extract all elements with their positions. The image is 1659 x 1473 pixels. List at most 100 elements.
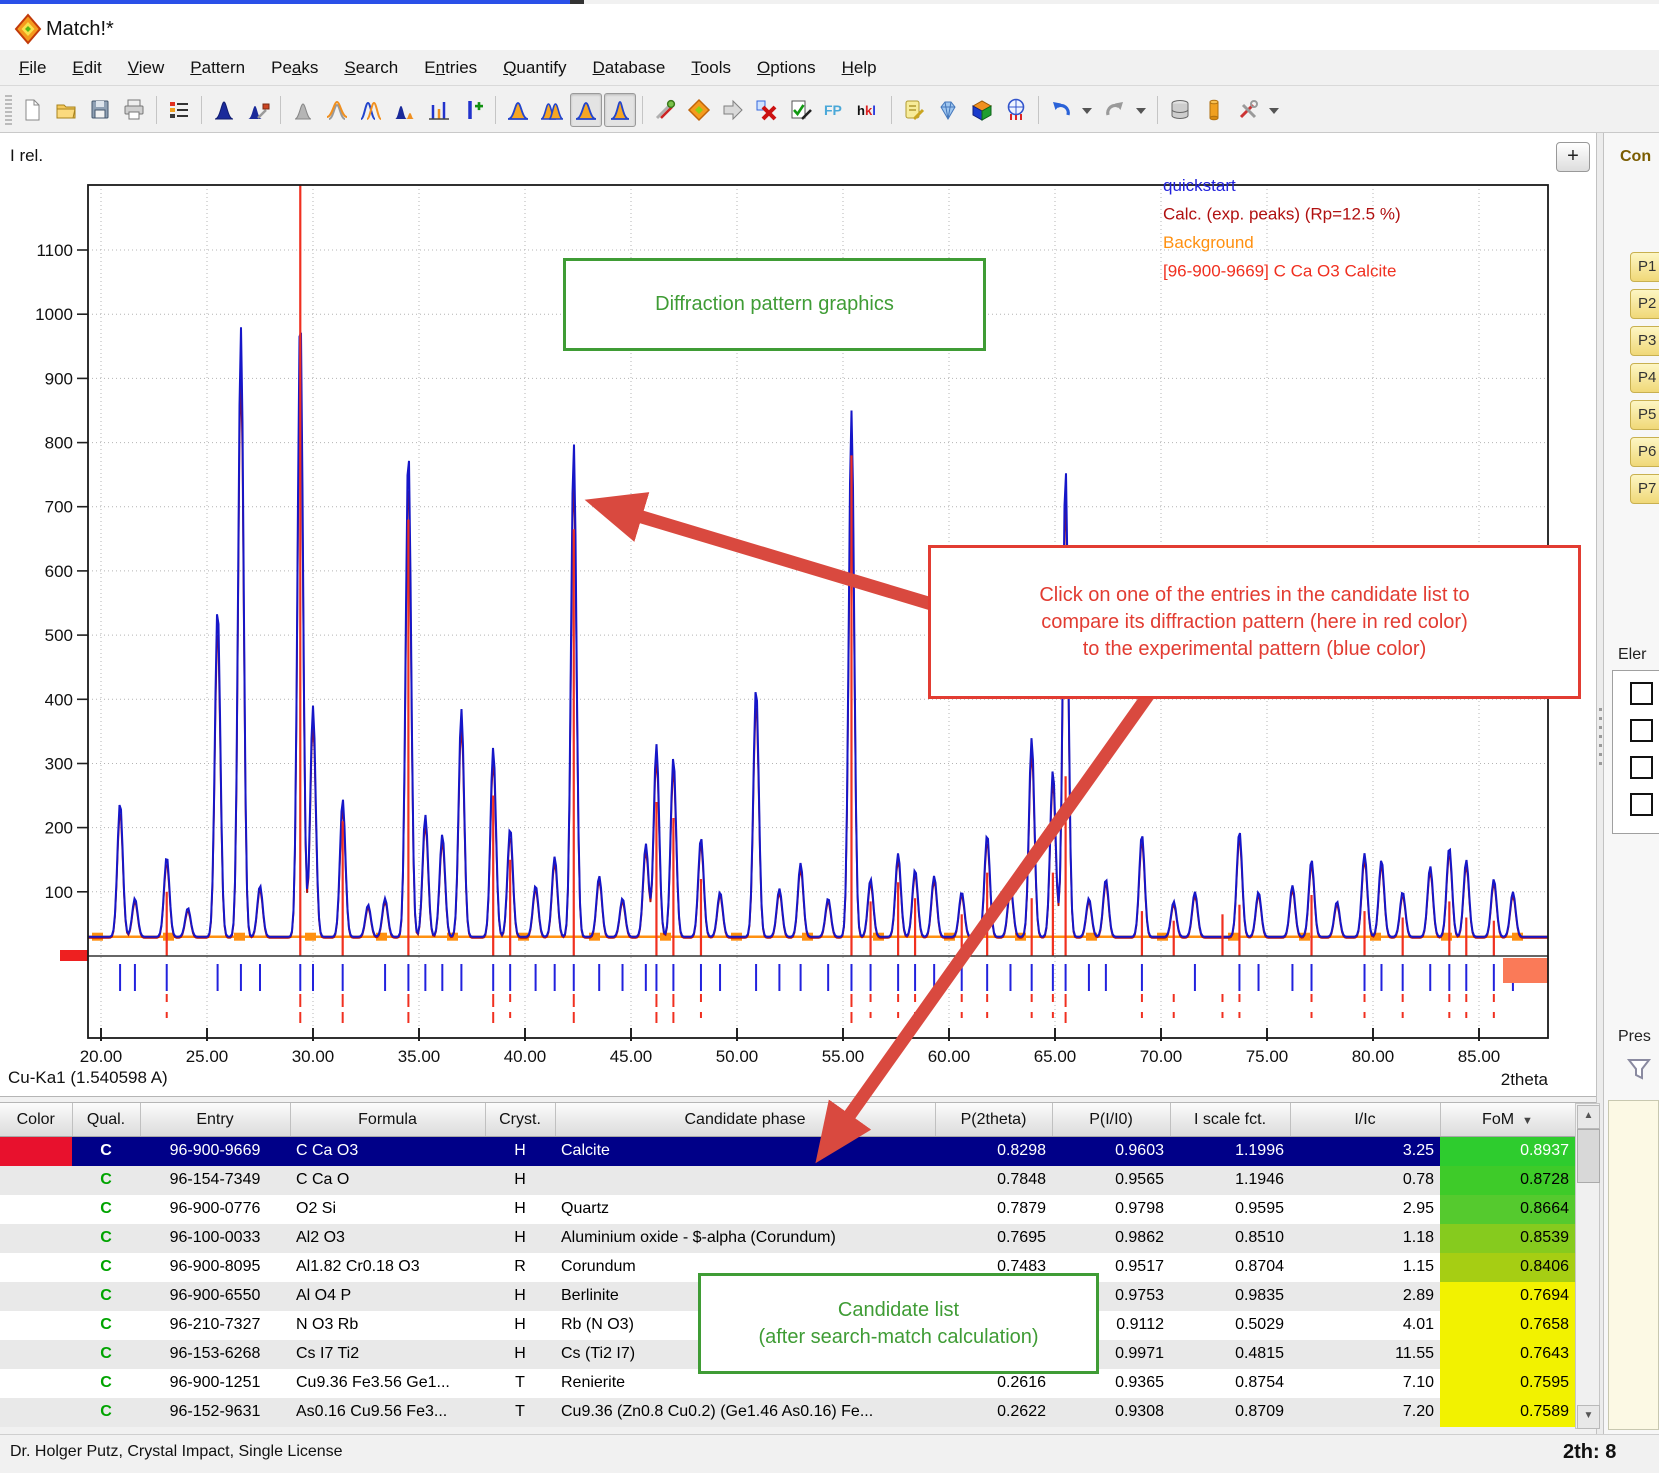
fom-cell[interactable]: 0.8937 [1440,1137,1575,1166]
sort-descending-icon[interactable]: ▼ [1522,1115,1533,1127]
fom-cell[interactable]: 0.7595 [1440,1369,1575,1398]
open-file-button[interactable] [50,93,82,127]
pii0-cell[interactable]: 0.9862 [1052,1224,1170,1253]
fom-cell[interactable]: 0.8406 [1440,1253,1575,1282]
phase-cell[interactable]: Cu9.36 (Zn0.8 Cu0.2) (Ge1.46 As0.16) Fe.… [555,1398,935,1427]
cryst-cell[interactable]: H [485,1137,555,1166]
candidate-row-96-152-9631[interactable]: C96-152-9631As0.16 Cu9.56 Fe3...TCu9.36 … [0,1398,1575,1427]
hkl-label-button[interactable]: hkl [853,93,885,127]
candidate-row-96-900-0776[interactable]: C96-900-0776O2 SiHQuartz0.78790.97980.95… [0,1195,1575,1224]
menu-caret-button[interactable] [1133,93,1151,127]
fom-cell[interactable]: 0.7658 [1440,1311,1575,1340]
color-swatch[interactable] [0,1195,72,1224]
p2theta-cell[interactable]: 0.8298 [935,1137,1052,1166]
element-checkbox[interactable] [1630,756,1653,779]
tools-options-button[interactable] [1232,93,1264,127]
formula-cell[interactable]: O2 Si [290,1195,485,1224]
fom-cell[interactable]: 0.8539 [1440,1224,1575,1253]
entry-cell[interactable]: 96-154-7349 [140,1166,290,1195]
element-checkbox[interactable] [1630,793,1653,816]
pii0-cell[interactable]: 0.9603 [1052,1137,1170,1166]
phase-cell[interactable]: Quartz [555,1195,935,1224]
iic-cell[interactable]: 7.20 [1290,1398,1440,1427]
phase-cell[interactable]: Aluminium oxide - $-alpha (Corundum) [555,1224,935,1253]
p2theta-cell[interactable]: 0.2622 [935,1398,1052,1427]
iscale-cell[interactable]: 0.8754 [1170,1369,1290,1398]
phase-button-p2[interactable]: P2 [1630,289,1659,319]
formula-cell[interactable]: C Ca O3 [290,1137,485,1166]
qual-cell[interactable]: C [72,1340,140,1369]
color-swatch[interactable] [0,1340,72,1369]
iic-cell[interactable]: 2.89 [1290,1282,1440,1311]
panel-separator[interactable]: ...... [0,1096,1596,1103]
fom-cell[interactable]: 0.7589 [1440,1398,1575,1427]
peak-edit-tools-button[interactable] [242,93,274,127]
iic-cell[interactable]: 11.55 [1290,1340,1440,1369]
print-button[interactable] [118,93,150,127]
entry-cell[interactable]: 96-100-0033 [140,1224,290,1253]
column-header-entry[interactable]: Entry [140,1103,290,1137]
iic-cell[interactable]: 2.95 [1290,1195,1440,1224]
column-cylinder-button[interactable] [1198,93,1230,127]
menu-item-search[interactable]: Search [331,54,411,82]
entry-cell[interactable]: 96-210-7327 [140,1311,290,1340]
qual-cell[interactable]: C [72,1253,140,1282]
menu-item-help[interactable]: Help [829,54,890,82]
cryst-cell[interactable]: H [485,1224,555,1253]
entry-cell[interactable]: 96-900-1251 [140,1369,290,1398]
edit-check-button[interactable] [785,93,817,127]
qual-cell[interactable]: C [72,1137,140,1166]
entry-cell[interactable]: 96-900-8095 [140,1253,290,1282]
candidate-row-96-154-7349[interactable]: C96-154-7349C Ca OH0.78480.95651.19460.7… [0,1166,1575,1195]
column-header-formula[interactable]: Formula [290,1103,485,1137]
column-header-candidate-phase[interactable]: Candidate phase [555,1103,935,1137]
element-checkbox[interactable] [1630,682,1653,705]
fp-label-button[interactable]: FP [819,93,851,127]
report-button[interactable] [898,93,930,127]
formula-cell[interactable]: Al O4 P [290,1282,485,1311]
peak-list-button[interactable] [163,93,195,127]
phase-button-p1[interactable]: P1 [1630,252,1659,282]
column-header-i-scale-fct-[interactable]: I scale fct. [1170,1103,1290,1137]
menu-item-database[interactable]: Database [580,54,679,82]
iscale-cell[interactable]: 1.1996 [1170,1137,1290,1166]
crystal-gem-button[interactable] [932,93,964,127]
qual-cell[interactable]: C [72,1224,140,1253]
quantify-arrow-button[interactable] [717,93,749,127]
entry-cell[interactable]: 96-152-9631 [140,1398,290,1427]
phase-cell[interactable]: Calcite [555,1137,935,1166]
candidate-row-96-900-9669[interactable]: C96-900-9669C Ca O3HCalcite0.82980.96031… [0,1137,1575,1166]
unit-cell-cube-button[interactable] [966,93,998,127]
candidate-row-96-100-0033[interactable]: C96-100-0033Al2 O3HAluminium oxide - $-a… [0,1224,1575,1253]
fom-cell[interactable]: 0.8728 [1440,1166,1575,1195]
menu-item-edit[interactable]: Edit [59,54,114,82]
phase-button-p4[interactable]: P4 [1630,363,1659,393]
splitter-handle[interactable] [1599,708,1602,768]
iic-cell[interactable]: 4.01 [1290,1311,1440,1340]
iic-cell[interactable]: 3.25 [1290,1137,1440,1166]
color-swatch[interactable] [0,1137,72,1166]
iscale-cell[interactable]: 0.9595 [1170,1195,1290,1224]
fom-cell[interactable]: 0.8664 [1440,1195,1575,1224]
formula-cell[interactable]: Al1.82 Cr0.18 O3 [290,1253,485,1282]
iscale-cell[interactable]: 0.9835 [1170,1282,1290,1311]
entry-cell[interactable]: 96-153-6268 [140,1340,290,1369]
pattern-columns-button[interactable] [423,93,455,127]
structure-sphere-button[interactable] [1000,93,1032,127]
filter-funnel-icon[interactable] [1626,1056,1652,1087]
cryst-cell[interactable]: H [485,1340,555,1369]
menu-item-view[interactable]: View [115,54,178,82]
scrollbar-thumb[interactable] [1577,1129,1600,1183]
undo-button[interactable] [1045,93,1077,127]
peak-view-3-button[interactable] [570,93,602,127]
color-swatch[interactable] [0,1311,72,1340]
table-header-row[interactable]: ColorQual.EntryFormulaCryst.Candidate ph… [0,1103,1575,1137]
column-header-color[interactable]: Color [0,1103,72,1137]
cryst-cell[interactable]: H [485,1282,555,1311]
phase-button-p7[interactable]: P7 [1630,474,1659,504]
iic-cell[interactable]: 0.78 [1290,1166,1440,1195]
menu-item-entries[interactable]: Entries [411,54,490,82]
color-swatch[interactable] [0,1166,72,1195]
peak-view-4-button[interactable] [604,93,636,127]
menu-item-peaks[interactable]: Peaks [258,54,331,82]
